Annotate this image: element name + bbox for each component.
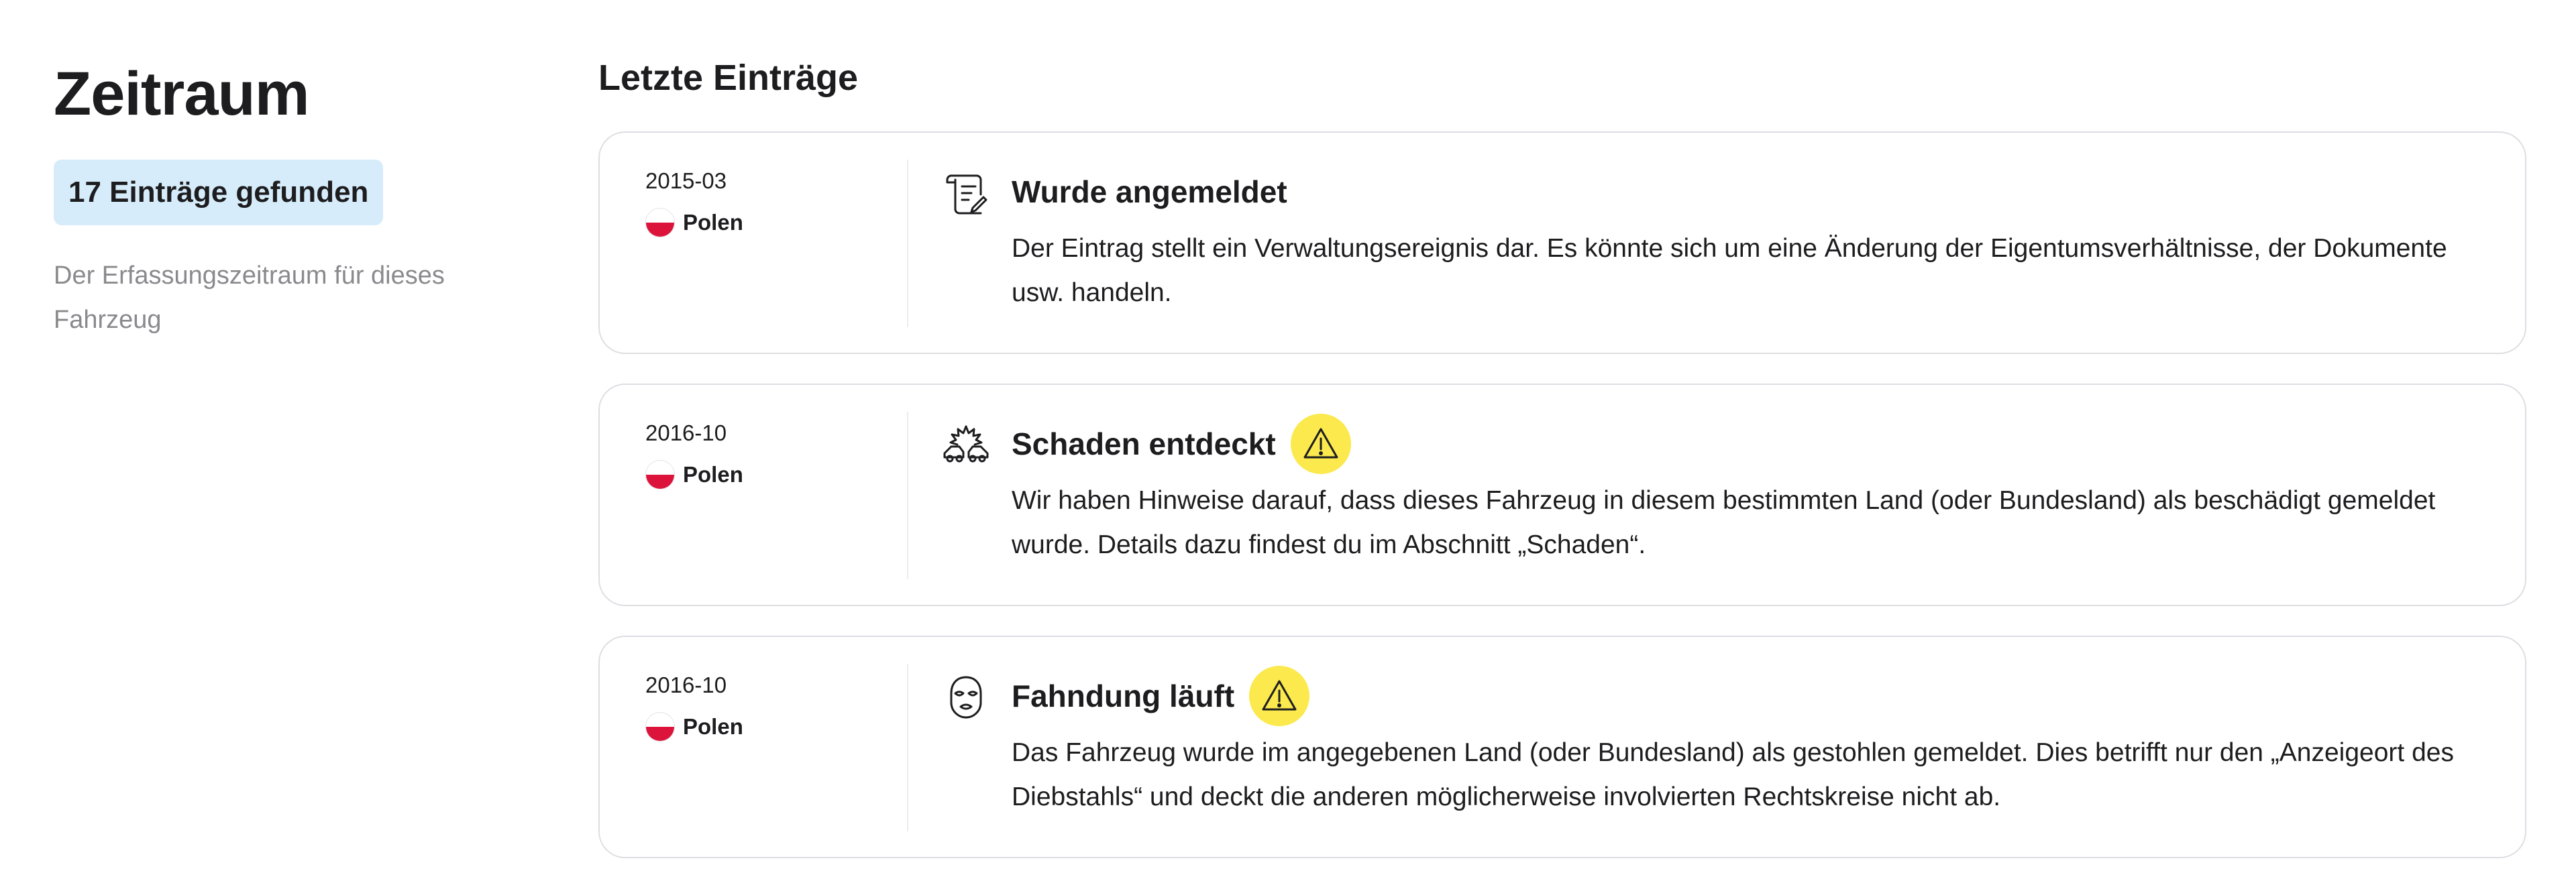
entry-date: 2016-10	[645, 420, 727, 445]
sidebar: Zeitraum 17 Einträge gefunden Der Erfass…	[54, 54, 510, 342]
warning-icon	[1249, 666, 1310, 726]
entry-title-row: Schaden entdeckt	[1012, 412, 2487, 476]
entry-card: 2016-10 Polen	[598, 636, 2526, 858]
recent-entries-section: Letzte Einträge 2015-03 Polen Wurde ange…	[598, 54, 2526, 873]
entry-country-label: Polen	[683, 462, 743, 487]
entry-date: 2016-10	[645, 673, 727, 697]
poland-flag-icon	[645, 712, 675, 742]
entry-title: Wurde angemeldet	[1012, 174, 1287, 209]
thief-mask-icon	[942, 673, 990, 721]
entries-list: 2015-03 Polen Wurde angemeldet Der Eintr…	[598, 131, 2526, 858]
entry-country: Polen	[645, 208, 873, 237]
entry-title-row: Fahndung läuft	[1012, 664, 2487, 728]
entry-country-label: Polen	[683, 210, 743, 235]
entry-description: Das Fahrzeug wurde im angegebenen Land (…	[1012, 738, 2454, 811]
entry-body: Fahndung läuft Das Fahrzeug wurde im ang…	[1012, 664, 2487, 819]
entry-card: 2016-10 Polen	[598, 384, 2526, 606]
entry-country-label: Polen	[683, 714, 743, 739]
entry-country: Polen	[645, 712, 873, 742]
entries-count-badge: 17 Einträge gefunden	[54, 160, 384, 225]
page: Zeitraum 17 Einträge gefunden Der Erfass…	[0, 0, 2576, 873]
entry-meta: 2016-10 Polen	[645, 418, 873, 489]
entry-title-row: Wurde angemeldet	[1012, 160, 2487, 224]
warning-icon	[1290, 414, 1351, 474]
section-heading: Letzte Einträge	[598, 58, 859, 98]
poland-flag-icon	[645, 460, 675, 489]
entry-body: Wurde angemeldet Der Eintrag stellt ein …	[1012, 160, 2487, 315]
document-scroll-icon	[942, 169, 990, 217]
entry-title: Fahndung läuft	[1012, 679, 1235, 713]
sidebar-description: Der Erfassungszeitraum für dieses Fahrze…	[54, 261, 445, 334]
car-crash-icon	[942, 421, 990, 469]
entry-divider	[907, 412, 908, 579]
entry-title: Schaden entdeckt	[1012, 426, 1276, 461]
entry-meta: 2015-03 Polen	[645, 166, 873, 237]
entry-divider	[907, 664, 908, 831]
entry-card: 2015-03 Polen Wurde angemeldet Der Eintr…	[598, 131, 2526, 354]
entry-country: Polen	[645, 460, 873, 489]
poland-flag-icon	[645, 208, 675, 237]
entry-date: 2015-03	[645, 168, 727, 193]
sidebar-title: Zeitraum	[54, 60, 310, 128]
entry-description: Der Eintrag stellt ein Verwaltungsereign…	[1012, 234, 2447, 307]
entry-description: Wir haben Hinweise darauf, dass dieses F…	[1012, 486, 2436, 559]
entry-meta: 2016-10 Polen	[645, 671, 873, 742]
entry-divider	[907, 160, 908, 327]
entry-body: Schaden entdeckt Wir haben Hinweise dara…	[1012, 412, 2487, 567]
